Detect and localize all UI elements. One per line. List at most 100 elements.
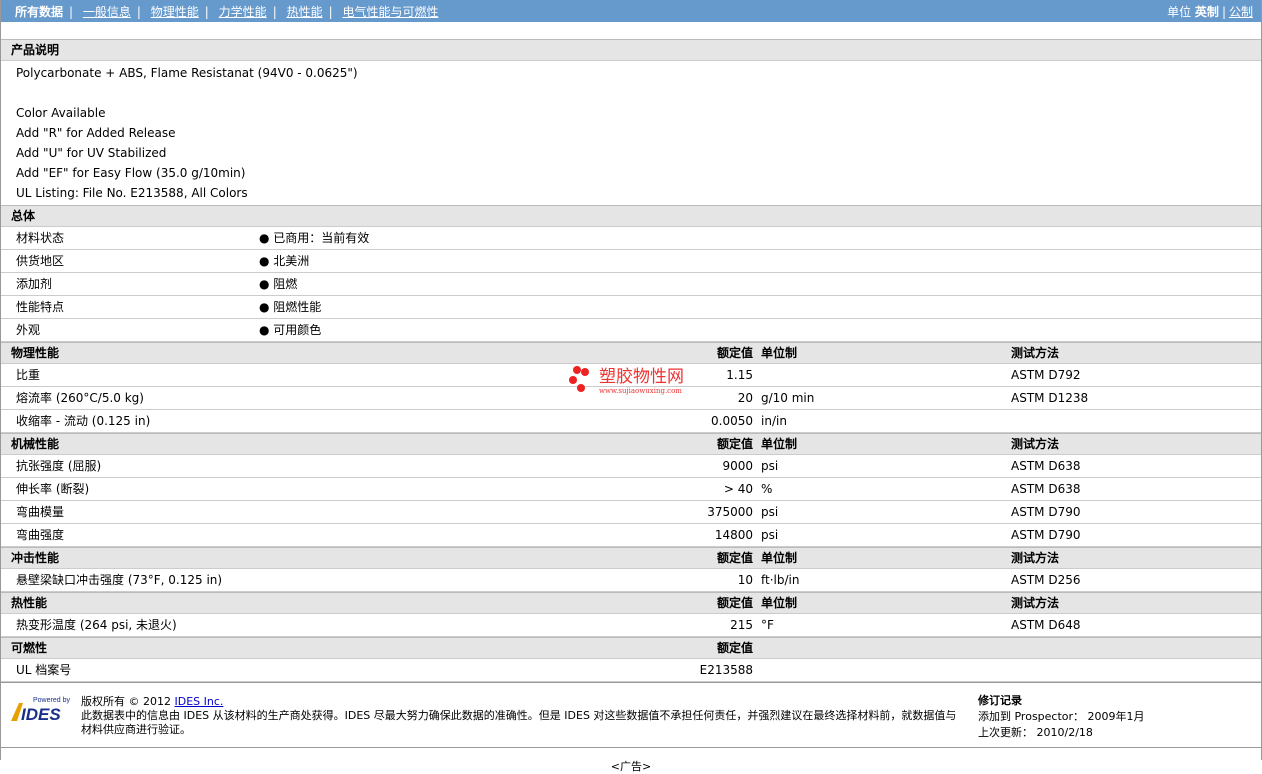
property-value: ● 阻燃性能 [259, 300, 322, 314]
header-unit: 单位制 [761, 551, 798, 565]
property-name: 添加剂 [16, 277, 53, 291]
section-general: 总体 [1, 205, 1261, 227]
section-header: 机械性能 额定值 单位制 测试方法 [1, 433, 1261, 455]
tab-general[interactable]: 一般信息 [83, 5, 131, 19]
header-test-method: 测试方法 [1011, 437, 1060, 451]
nominal-value: > 40 [723, 482, 753, 496]
property-name: 弯曲强度 [16, 528, 65, 542]
value-text: 已商用：当前有效 [273, 231, 370, 245]
table-row: 弯曲模量 375000 psi ASTM D790 [1, 501, 1261, 524]
property-name: 性能特点 [16, 300, 65, 314]
test-method: ASTM D648 [1011, 618, 1081, 632]
nominal-value: 1.15 [726, 368, 753, 382]
property-value: ● 已商用：当前有效 [259, 231, 370, 245]
test-method: ASTM D1238 [1011, 391, 1089, 405]
header-nominal-value: 额定值 [716, 437, 753, 451]
nominal-value: 215 [730, 618, 753, 632]
property-name: 材料状态 [16, 231, 65, 245]
disclaimer: 此数据表中的信息由 IDES 从该材料的生产商处获得。IDES 尽最大努力确保此… [81, 709, 957, 736]
header-unit: 单位制 [761, 437, 798, 451]
unit: in/in [761, 414, 787, 428]
units-label: 单位 [1167, 4, 1192, 19]
units-metric[interactable]: 公制 [1229, 5, 1253, 19]
property-value: ● 可用颜色 [259, 323, 322, 337]
property-name: 热变形温度 (264 psi, 未退火) [16, 618, 177, 632]
property-name: 弯曲模量 [16, 505, 65, 519]
section-title: 可燃性 [11, 641, 48, 655]
header-nominal-value: 额定值 [716, 596, 753, 610]
svg-text:Powered by: Powered by [33, 697, 70, 704]
section-product-description: 产品说明 [1, 39, 1261, 61]
description-line: Add "R" for Added Release [16, 126, 176, 140]
section-title: 热性能 [11, 596, 48, 610]
test-method: ASTM D638 [1011, 459, 1081, 473]
value-text: 可用颜色 [273, 323, 322, 337]
nominal-value: 9000 [722, 459, 753, 473]
table-row: 供货地区 ● 北美洲 [1, 250, 1261, 273]
added-date: 添加到 Prospector： 2009年1月 [978, 710, 1145, 723]
nav-bar: 所有数据 | 一般信息 | 物理性能 | 力学性能 | 热性能 | 电气性能与可燃性 单位… [1, 0, 1261, 22]
unit: °F [761, 618, 774, 632]
description-line: Add "U" for UV Stabilized [16, 146, 167, 160]
property-name: 熔流率 (260°C/5.0 kg) [16, 391, 144, 405]
description-line: Color Available [16, 106, 106, 120]
description-line: Polycarbonate + ABS, Flame Resistanat (9… [16, 66, 358, 80]
revision-title: 修订记录 [978, 694, 1022, 707]
nominal-value: 20 [737, 391, 753, 405]
tab-mechanical[interactable]: 力学性能 [219, 5, 267, 19]
table-row: 性能特点 ● 阻燃性能 [1, 296, 1261, 319]
test-method: ASTM D256 [1011, 573, 1081, 587]
table-row: UL 档案号 E213588 [1, 659, 1261, 682]
tab-electrical-flammability[interactable]: 电气性能与可燃性 [342, 5, 438, 19]
svg-text:IDES: IDES [21, 705, 61, 723]
footer: Powered by IDES 版权所有 © 2012 IDES Inc. 此数… [1, 682, 1261, 747]
property-value: ● 北美洲 [259, 254, 310, 268]
header-test-method: 测试方法 [1011, 346, 1060, 360]
nominal-value: 14800 [714, 528, 753, 542]
property-value: ● 阻燃 [259, 277, 298, 291]
test-method: ASTM D790 [1011, 528, 1081, 542]
datasheet-page: 所有数据 | 一般信息 | 物理性能 | 力学性能 | 热性能 | 电气性能与可燃性 单位… [0, 0, 1262, 773]
header-unit: 单位制 [761, 346, 798, 360]
tab-all-data[interactable]: 所有数据 [15, 5, 63, 19]
unit: % [761, 482, 773, 496]
description-line: Add "EF" for Easy Flow (35.0 g/10min) [16, 166, 246, 180]
description-line [16, 83, 1261, 103]
property-name: 外观 [16, 323, 41, 337]
tab-physical[interactable]: 物理性能 [151, 5, 199, 19]
unit: psi [761, 528, 779, 542]
value-text: 阻燃 [273, 277, 298, 291]
nominal-value: 0.0050 [711, 414, 753, 428]
section-title: 机械性能 [11, 437, 60, 451]
tab-thermal[interactable]: 热性能 [287, 5, 323, 19]
ides-logo: Powered by IDES [9, 695, 71, 723]
value-text: 阻燃性能 [273, 300, 322, 314]
ides-link[interactable]: IDES Inc. [175, 695, 224, 708]
copyright: 版权所有 © 2012 [81, 695, 171, 708]
section-header: 物理性能 额定值 单位制 测试方法 [1, 342, 1261, 364]
property-name: 悬壁梁缺口冲击强度 (73°F, 0.125 in) [16, 573, 223, 587]
last-updated: 上次更新： 2010/2/18 [978, 726, 1093, 739]
unit: g/10 min [761, 391, 815, 405]
header-test-method: 测试方法 [1011, 596, 1060, 610]
table-row: 伸长率 (断裂) > 40% ASTM D638 [1, 478, 1261, 501]
test-method: ASTM D638 [1011, 482, 1081, 496]
property-name: 比重 [16, 368, 41, 382]
description-line: UL Listing: File No. E213588, All Colors [16, 186, 248, 200]
header-nominal-value: 额定值 [716, 551, 753, 565]
table-row: 热变形温度 (264 psi, 未退火) 215 °F ASTM D648 [1, 614, 1261, 637]
table-row: 材料状态 ● 已商用：当前有效 [1, 227, 1261, 250]
watermark-logo: 塑胶物性网 www.sujiaowuxing.com [569, 366, 684, 395]
nominal-value: E213588 [699, 663, 753, 677]
header-test-method: 测试方法 [1011, 551, 1060, 565]
nominal-value: 10 [737, 573, 753, 587]
test-method: ASTM D792 [1011, 368, 1081, 382]
table-row: 收缩率 - 流动 (0.125 in) 0.0050 in/in [1, 410, 1261, 433]
section-title: 冲击性能 [11, 551, 60, 565]
unit: psi [761, 505, 779, 519]
test-method: ASTM D790 [1011, 505, 1081, 519]
units-english[interactable]: 英制 [1195, 5, 1219, 19]
nominal-value: 375000 [707, 505, 753, 519]
header-nominal-value: 额定值 [716, 641, 753, 655]
header-nominal-value: 额定值 [716, 346, 753, 360]
